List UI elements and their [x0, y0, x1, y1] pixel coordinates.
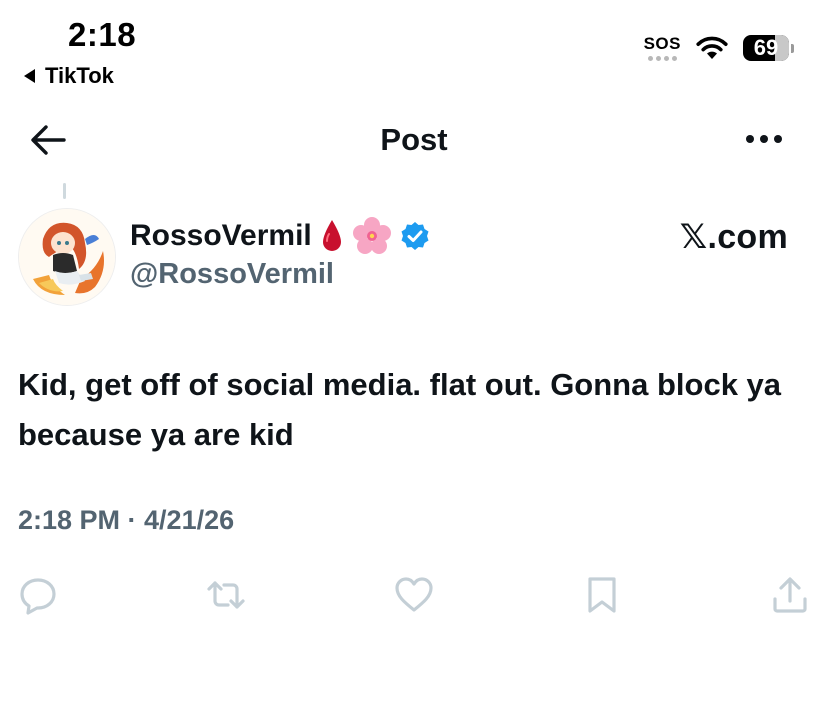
avatar[interactable]	[18, 208, 116, 306]
battery-indicator: 69	[743, 35, 794, 61]
like-icon[interactable]	[394, 575, 434, 615]
cherry-blossom-emoji-icon	[352, 217, 391, 254]
sos-indicator: SOS	[644, 35, 681, 61]
sos-label: SOS	[643, 34, 681, 53]
more-options-icon[interactable]	[744, 132, 784, 146]
back-triangle-icon	[24, 69, 35, 83]
wifi-icon	[696, 36, 728, 59]
share-icon[interactable]	[770, 575, 810, 615]
source-watermark: 𝕏.com	[679, 218, 788, 256]
signal-dots	[647, 56, 677, 61]
repost-icon[interactable]	[206, 575, 246, 615]
battery-level: 69	[753, 35, 779, 60]
thread-connector-line	[63, 183, 66, 199]
reply-icon[interactable]	[18, 575, 58, 615]
drop-of-blood-emoji-icon	[322, 220, 341, 251]
author-name-row[interactable]: RossoVermil	[130, 216, 430, 256]
avatar-illustration	[19, 209, 115, 305]
back-app-label: TikTok	[45, 63, 114, 88]
display-name[interactable]: RossoVermil	[130, 219, 312, 253]
verified-badge-icon[interactable]	[400, 221, 430, 251]
post-text: Kid, get off of social media. flat out. …	[18, 367, 782, 452]
page-title: Post	[380, 122, 448, 157]
bookmark-icon[interactable]	[582, 575, 622, 615]
status-indicators: SOS 69	[644, 35, 794, 61]
status-time: 2:18	[68, 16, 137, 53]
author-handle[interactable]: @RossoVermil	[130, 258, 334, 291]
post-header: Post	[0, 112, 828, 168]
post-timestamp[interactable]: 2:18 PM · 4/21/26	[18, 505, 234, 536]
back-to-app-link[interactable]: TikTok	[24, 63, 114, 89]
